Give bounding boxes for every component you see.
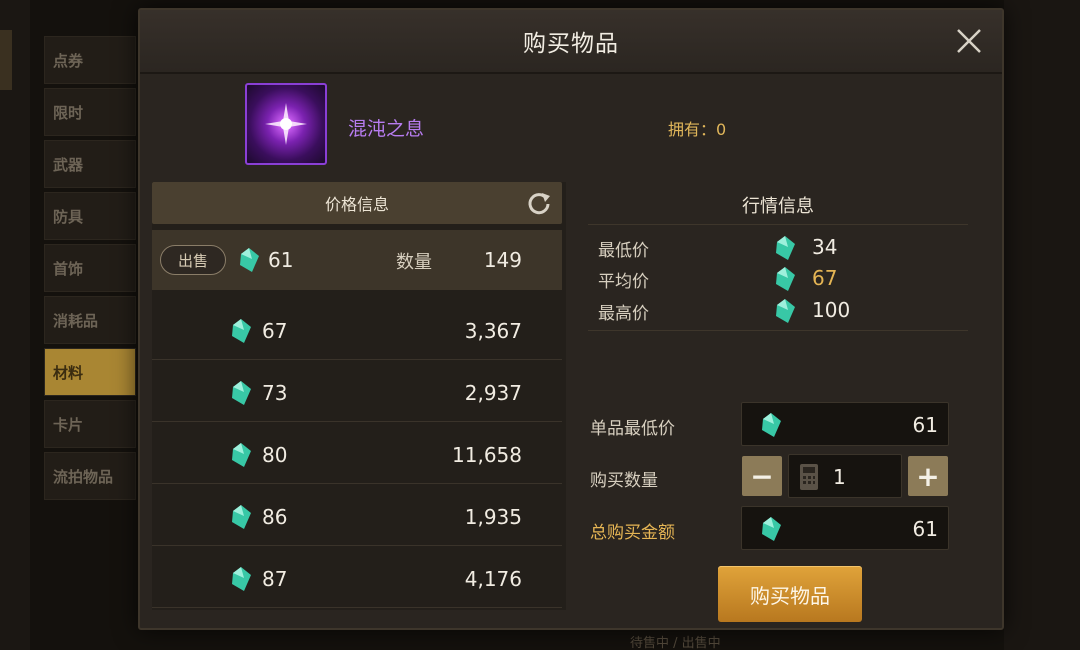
gem-icon <box>232 443 251 467</box>
lowest-price-value: 34 <box>812 235 838 259</box>
gem-icon <box>776 236 795 260</box>
quantity-input[interactable]: 1 <box>788 454 902 498</box>
owned-count: 拥有：0 <box>668 120 727 139</box>
total-price-label: 总购买金额 <box>590 523 675 543</box>
price-list-panel: 价格信息 出售 61 数量 149 67 3,367 73 2,937 80 1… <box>152 182 566 610</box>
background-status-tag: 待售中 / 出售中 <box>630 636 721 650</box>
price-row[interactable]: 73 2,937 <box>152 362 562 422</box>
row-price: 87 <box>262 567 288 591</box>
highest-price-label: 最高价 <box>598 304 649 324</box>
gem-icon <box>232 505 251 529</box>
row-price: 73 <box>262 381 288 405</box>
gem-icon <box>232 381 251 405</box>
item-summary: 混沌之息 拥有：0 <box>140 76 1002 184</box>
average-price-label: 平均价 <box>598 272 649 292</box>
dialog-header: 购买物品 <box>140 10 1002 74</box>
unit-price-label: 单品最低价 <box>590 419 675 439</box>
category-tab-consumables[interactable]: 消耗品 <box>44 296 136 344</box>
total-price-value: 61 <box>912 517 938 541</box>
price-row[interactable]: 67 3,367 <box>152 300 562 360</box>
category-tab-materials[interactable]: 材料 <box>44 348 136 396</box>
price-list-title: 价格信息 <box>324 195 389 214</box>
row-price: 61 <box>268 248 294 272</box>
background-nub <box>0 30 12 90</box>
quantity-increase-button[interactable]: + <box>908 456 948 496</box>
row-quantity: 3,367 <box>464 319 522 343</box>
category-tab-accessories[interactable]: 首饰 <box>44 244 136 292</box>
row-price: 67 <box>262 319 288 343</box>
row-quantity: 11,658 <box>452 443 522 467</box>
price-row[interactable]: 80 11,658 <box>152 424 562 484</box>
category-tab-weapons[interactable]: 武器 <box>44 140 136 188</box>
orb-spark-icon <box>265 103 307 145</box>
row-quantity: 4,176 <box>464 567 522 591</box>
row-quantity: 1,935 <box>464 505 522 529</box>
average-price-value: 67 <box>812 266 838 290</box>
market-divider <box>588 330 968 331</box>
unit-price-field: 61 <box>741 402 949 446</box>
dialog-title: 购买物品 <box>523 31 619 57</box>
gem-icon <box>762 413 781 437</box>
calculator-icon[interactable] <box>799 463 819 491</box>
gem-icon <box>776 299 795 323</box>
category-tab-points[interactable]: 点券 <box>44 36 136 84</box>
gem-icon <box>232 319 251 343</box>
quantity-label: 购买数量 <box>590 471 658 491</box>
row-quantity: 2,937 <box>464 381 522 405</box>
gem-icon <box>232 567 251 591</box>
gem-icon <box>762 517 781 541</box>
row-quantity: 149 <box>483 248 522 272</box>
quantity-value: 1 <box>833 465 846 489</box>
close-icon[interactable] <box>952 24 986 58</box>
lowest-price-label: 最低价 <box>598 241 649 261</box>
item-name: 混沌之息 <box>348 118 425 140</box>
price-row[interactable]: 出售 61 数量 149 <box>152 230 562 290</box>
row-price: 80 <box>262 443 288 467</box>
refresh-icon[interactable] <box>526 190 552 216</box>
highest-price-value: 100 <box>812 298 851 322</box>
category-tab-cards[interactable]: 卡片 <box>44 400 136 448</box>
unit-price-value: 61 <box>912 413 938 437</box>
row-price: 86 <box>262 505 288 529</box>
quantity-label: 数量 <box>396 252 432 273</box>
gem-icon <box>776 267 795 291</box>
price-list-header: 价格信息 <box>152 182 562 224</box>
buy-item-button[interactable]: 购买物品 <box>718 566 862 622</box>
market-info-title: 行情信息 <box>742 196 814 217</box>
total-price-field: 61 <box>741 506 949 550</box>
category-tab-limited[interactable]: 限时 <box>44 88 136 136</box>
category-sidebar: 点券 限时 武器 防具 首饰 消耗品 材料 卡片 流拍物品 <box>44 36 136 504</box>
price-row[interactable]: 86 1,935 <box>152 486 562 546</box>
background-right-panel <box>1004 0 1080 650</box>
background-left-strip <box>0 0 30 650</box>
market-divider <box>588 224 968 225</box>
category-tab-armor[interactable]: 防具 <box>44 192 136 240</box>
category-tab-failed-auctions[interactable]: 流拍物品 <box>44 452 136 500</box>
chaos-breath-orb-icon <box>245 83 327 165</box>
sell-button[interactable]: 出售 <box>160 245 226 275</box>
price-row[interactable]: 87 4,176 <box>152 548 562 608</box>
quantity-decrease-button[interactable]: − <box>742 456 782 496</box>
gem-icon <box>240 248 259 272</box>
purchase-dialog: 购买物品 混沌之息 拥有：0 价格信息 出售 61 数量 149 67 3,36… <box>138 8 1004 630</box>
